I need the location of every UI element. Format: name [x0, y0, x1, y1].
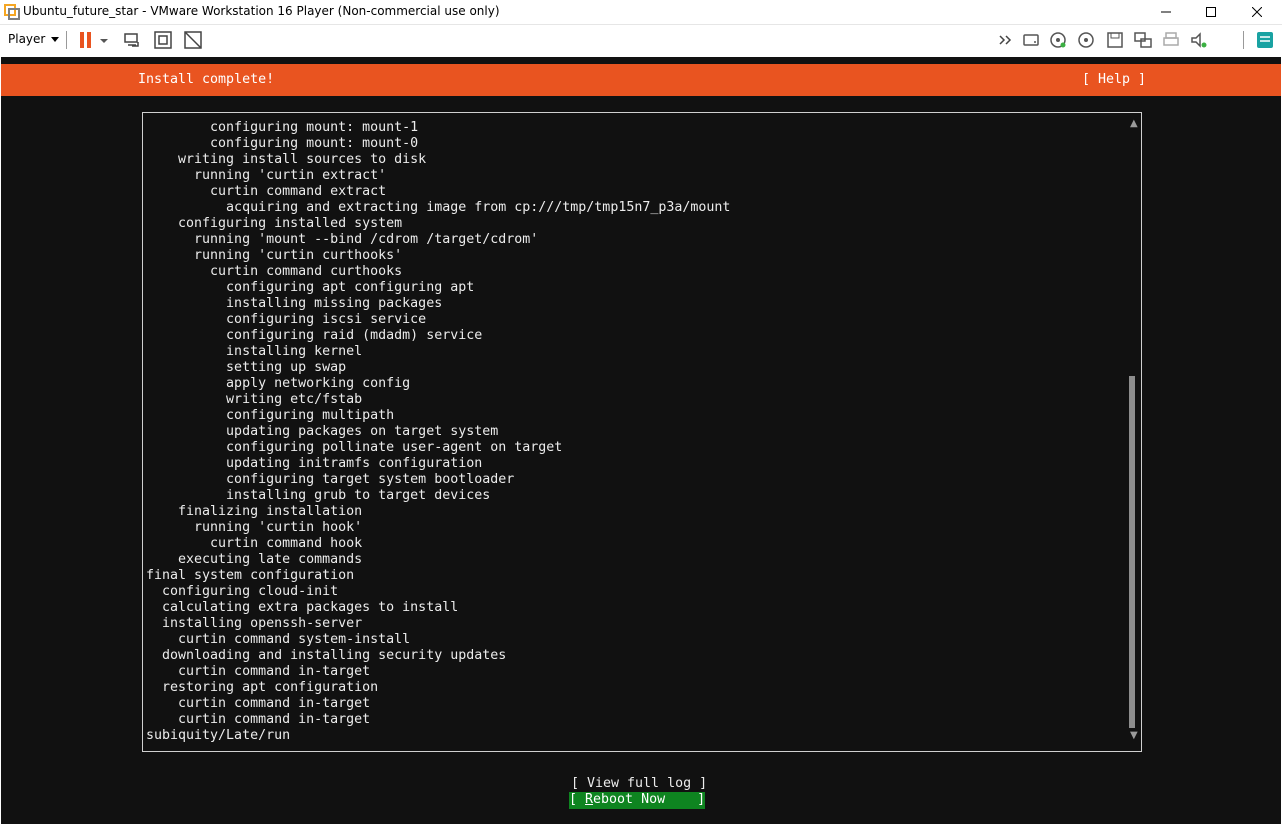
- log-line: calculating extra packages to install: [146, 600, 459, 615]
- window-title: Ubuntu_future_star - VMware Workstation …: [23, 4, 500, 18]
- close-icon: [1252, 7, 1262, 17]
- reboot-hotkey: R: [585, 792, 594, 807]
- toolbar-divider: [1243, 31, 1244, 49]
- message-log-icon[interactable]: [1255, 30, 1275, 50]
- unity-icon[interactable]: [183, 30, 203, 50]
- log-line: installing openssh-server: [146, 616, 363, 631]
- log-line: apply networking config: [146, 376, 411, 391]
- log-line: finalizing installation: [146, 504, 363, 519]
- log-line: installing missing packages: [146, 296, 443, 311]
- log-line: configuring cloud-init: [146, 584, 339, 599]
- log-line: setting up swap: [146, 360, 347, 375]
- scroll-up-arrow-icon[interactable]: ▲: [1130, 119, 1138, 129]
- toolbar-divider: [66, 31, 67, 49]
- maximize-icon: [1206, 7, 1216, 17]
- reboot-now-button[interactable]: [ Reboot Now ]: [569, 792, 705, 809]
- vm-console[interactable]: Install complete! [ Help ] configuring m…: [1, 57, 1281, 824]
- maximize-button[interactable]: [1188, 0, 1234, 24]
- minimize-button[interactable]: [1143, 0, 1189, 24]
- log-line: updating packages on target system: [146, 424, 499, 439]
- log-line: configuring multipath: [146, 408, 395, 423]
- log-line: configuring mount: mount-0: [146, 136, 419, 151]
- install-log-panel[interactable]: configuring mount: mount-1 configuring m…: [142, 112, 1142, 752]
- fullscreen-icon[interactable]: [153, 30, 173, 50]
- log-line: curtin command hook: [146, 536, 363, 551]
- log-line: final system configuration: [146, 568, 355, 583]
- log-line: configuring iscsi service: [146, 312, 427, 327]
- network-adapter-icon[interactable]: [1133, 30, 1153, 50]
- scroll-down-arrow-icon[interactable]: ▼: [1130, 731, 1138, 741]
- hard-disk-icon[interactable]: [1021, 30, 1041, 50]
- sound-card-icon[interactable]: [1189, 30, 1209, 50]
- log-line: curtin command curthooks: [146, 264, 403, 279]
- log-line: running 'curtin hook': [146, 520, 363, 535]
- installer-header: Install complete! [ Help ]: [1, 64, 1281, 96]
- reboot-label: eboot Now: [593, 792, 666, 807]
- player-menu-label: Player: [8, 32, 46, 46]
- cd-dvd-icon[interactable]: [1048, 30, 1068, 50]
- reboot-suffix: ]: [665, 792, 706, 807]
- log-line: curtin command in-target: [146, 664, 371, 679]
- log-line: installing kernel: [146, 344, 363, 359]
- reboot-prefix: [: [569, 792, 586, 807]
- view-full-log-button[interactable]: [ View full log ]: [571, 776, 707, 792]
- log-line: running 'curtin curthooks': [146, 248, 403, 263]
- pause-icon[interactable]: [76, 30, 96, 50]
- log-line: downloading and installing security upda…: [146, 648, 507, 663]
- installer-title: Install complete!: [138, 72, 275, 87]
- player-menu-button[interactable]: Player: [8, 32, 60, 46]
- minimize-icon: [1161, 11, 1171, 13]
- cd-dvd-2-icon[interactable]: [1076, 30, 1096, 50]
- log-line: configuring pollinate user-agent on targ…: [146, 440, 563, 455]
- pause-dropdown-icon[interactable]: [98, 30, 110, 50]
- log-line: curtin command in-target: [146, 712, 371, 727]
- log-line: configuring installed system: [146, 216, 403, 231]
- log-line: updating initramfs configuration: [146, 456, 483, 471]
- log-line: curtin command in-target: [146, 696, 371, 711]
- log-line: writing install sources to disk: [146, 152, 427, 167]
- log-line: running 'curtin extract': [146, 168, 387, 183]
- log-line: configuring raid (mdadm) service: [146, 328, 483, 343]
- vmware-app-icon[interactable]: [4, 4, 20, 20]
- install-log: configuring mount: mount-1 configuring m…: [146, 120, 730, 744]
- log-line: restoring apt configuration: [146, 680, 379, 695]
- close-button[interactable]: [1234, 0, 1280, 24]
- log-line: installing grub to target devices: [146, 488, 491, 503]
- help-button[interactable]: [ Help ]: [1082, 72, 1146, 87]
- log-scrollbar-thumb[interactable]: [1129, 376, 1135, 728]
- send-ctrl-alt-del-icon[interactable]: [122, 30, 142, 50]
- log-line: executing late commands: [146, 552, 363, 567]
- printer-icon[interactable]: [1161, 30, 1181, 50]
- floppy-icon[interactable]: [1105, 30, 1125, 50]
- chevron-down-icon: [51, 36, 60, 42]
- more-icon[interactable]: [996, 30, 1016, 50]
- log-line: subiquity/Late/run: [146, 728, 291, 743]
- log-line: curtin command extract: [146, 184, 387, 199]
- log-line: curtin command system-install: [146, 632, 411, 647]
- log-line: running 'mount --bind /cdrom /target/cdr…: [146, 232, 539, 247]
- player-toolbar: Player: [0, 25, 1282, 55]
- window-title-bar: Ubuntu_future_star - VMware Workstation …: [0, 0, 1282, 25]
- log-line: writing etc/fstab: [146, 392, 363, 407]
- log-line: acquiring and extracting image from cp:/…: [146, 200, 731, 215]
- log-line: configuring mount: mount-1: [146, 120, 419, 135]
- log-line: configuring apt configuring apt: [146, 280, 475, 295]
- log-line: configuring target system bootloader: [146, 472, 515, 487]
